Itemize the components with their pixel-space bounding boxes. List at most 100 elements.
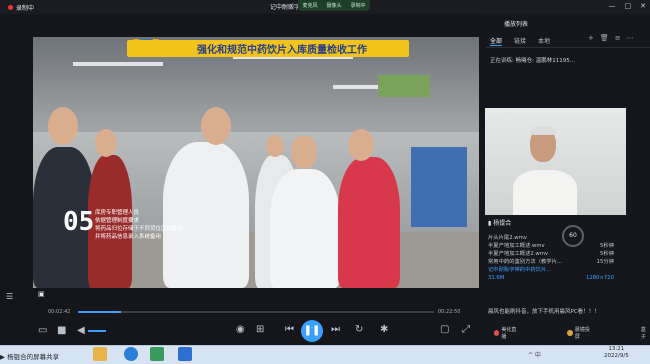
speaker-body <box>513 170 577 215</box>
green-sign <box>378 75 430 97</box>
playlist-item[interactable]: 片头片尾2.wmv <box>488 234 614 242</box>
file-size: 31.6M <box>488 275 505 281</box>
system-tray[interactable]: ^ 中 <box>528 350 541 359</box>
record-dot-icon <box>8 4 13 10</box>
tab-local[interactable]: 本地 <box>538 36 550 46</box>
caption-line: 并将药品信息录入系统备用 <box>95 234 162 240</box>
float-item-recording[interactable]: 录制中 <box>350 2 365 9</box>
box-label: 盒子 <box>640 327 646 340</box>
float-item-mic[interactable]: 麦克风 <box>302 2 317 9</box>
playlist-item-active[interactable]: 记中耐贩字带的中药饮片... <box>488 266 614 274</box>
beautify-label: 美化直播 <box>501 327 517 340</box>
clock-date: 2022/9/5 <box>604 353 629 359</box>
playlist-item-name: 记中耐贩字带的中药饮片... <box>488 267 552 273</box>
minimize-button[interactable]: — <box>609 2 616 10</box>
maximize-button[interactable]: □ <box>625 2 632 10</box>
caption-line: 依据管理制度要求 <box>95 218 140 224</box>
delete-icon[interactable]: 🗑 <box>600 34 609 42</box>
ceiling-light <box>73 62 163 66</box>
beautify-button[interactable]: 美化直播 <box>494 326 519 340</box>
app-window: 录制中 记中耐贩字带的中药饮片 麦克风 摄像头 录制中 — □ ✕ <box>0 0 650 364</box>
total-time: 00:22:50 <box>438 309 461 315</box>
tab-all[interactable]: 全部 <box>490 36 503 46</box>
cast-button[interactable]: 晨镜投屏 <box>567 326 592 340</box>
playlist-item-duration: 5秒钟 <box>600 251 614 257</box>
screen-share-label: ▶ 杨锟合的屏幕共享 <box>0 353 60 361</box>
resolution: 1280×720 <box>585 275 614 281</box>
playlist-item-name: 半夏产地加工概述.wmv <box>488 243 545 249</box>
person-6 <box>338 157 400 288</box>
speaker-name: ▮ 杨锟合 <box>488 220 512 227</box>
recording-indicator: 录制中 <box>8 3 34 12</box>
cast-icon <box>567 330 573 336</box>
loop-icon[interactable]: ↻ <box>355 324 363 335</box>
folder-taskbar-icon[interactable] <box>93 347 107 361</box>
playlist-item[interactable]: 半夏产地加工概述2.wmv 5秒钟 <box>488 250 614 258</box>
speaker-hair <box>530 126 556 135</box>
playlist-item-meta: 31.6M 1280×720 <box>488 274 614 282</box>
playlist-item[interactable]: 常用中药的鉴别方法（教学片... 15分钟 <box>488 258 614 266</box>
float-item-camera[interactable]: 摄像头 <box>326 2 341 9</box>
playlist-item-duration: 15分钟 <box>596 259 614 265</box>
current-time: 00:02:42 <box>48 309 71 315</box>
speaker-camera <box>485 108 626 215</box>
more-icon[interactable]: ⋯ <box>627 34 634 42</box>
person-4-head <box>266 135 284 157</box>
now-playing-text: 正在训练: 畅曦仓: 温鹏林11195... <box>490 58 575 64</box>
playlist: 片头片尾2.wmv 半夏产地加工概述.wmv 5秒钟 半夏产地加工概述2.wmv 5… <box>488 234 614 282</box>
screen-share-text: 杨锟合的屏幕共享 <box>7 353 60 361</box>
window-controls: — □ ✕ <box>609 2 647 10</box>
add-icon[interactable]: + <box>588 34 594 42</box>
panel-toolbar: + 🗑 ≡ ⋯ <box>588 34 634 42</box>
caption-number: 05 <box>63 207 95 237</box>
player-taskbar-icon[interactable] <box>178 347 192 361</box>
volume-icon[interactable]: ◀ <box>77 325 85 336</box>
playlist-item-name: 常用中药的鉴别方法（教学片... <box>488 259 562 265</box>
speaker-name-text: 杨锟合 <box>493 220 512 227</box>
pause-button[interactable]: ❚❚ <box>301 320 323 342</box>
title-bar: 录制中 记中耐贩字带的中药饮片 麦克风 摄像头 录制中 — □ ✕ <box>0 0 650 14</box>
comment-text: 晨风也能刷抖音，放下手机用晨风PC看！！！ <box>488 309 600 315</box>
panel-actions: 美化直播 晨镜投屏 盒子 <box>494 326 650 340</box>
tab-links[interactable]: 链接 <box>514 36 526 46</box>
clock: 13:21 2022/9/5 <box>604 346 629 360</box>
progress-bar[interactable] <box>78 311 434 313</box>
video-frame[interactable]: 强化和规范中药饮片入库质量检收工作 05 库房专职管理人员 依据管理制度要求 将… <box>33 37 479 288</box>
subtitle-icon[interactable]: ⊞ <box>256 324 264 335</box>
person-5 <box>270 169 340 288</box>
stop-icon[interactable]: ■ <box>57 325 66 336</box>
browser-taskbar-icon[interactable] <box>124 347 138 361</box>
next-icon[interactable]: ⏭ <box>331 324 340 335</box>
expand-icon[interactable]: ⤢ <box>462 324 470 335</box>
fullscreen-icon[interactable]: ▣ <box>38 290 45 298</box>
panel-divider <box>486 47 650 48</box>
box-button[interactable]: 盒子 <box>641 326 650 340</box>
recording-label: 录制中 <box>16 4 35 12</box>
playlist-item-name: 半夏产地加工概述2.wmv <box>488 251 549 257</box>
app-taskbar-icon[interactable] <box>150 347 164 361</box>
panel-tabs: 全部 链接 本地 <box>490 36 550 46</box>
playlist-item-name: 片头片尾2.wmv <box>488 235 527 241</box>
volume-slider[interactable] <box>88 330 106 332</box>
person-5-head <box>291 135 317 169</box>
list-icon[interactable]: ≡ <box>615 34 621 42</box>
playlist-item-duration: 5秒钟 <box>600 243 614 249</box>
beautify-icon <box>494 330 500 336</box>
caption-line: 库房专职管理人员 <box>95 210 140 216</box>
caption-text: 库房专职管理人员 依据管理制度要求 将药品归位存储于不同货位区域备用 并将药品信… <box>95 209 183 241</box>
blue-panel <box>411 147 467 227</box>
video-headline: 强化和规范中药饮片入库质量检收工作 <box>127 40 409 57</box>
prev-icon[interactable]: ⏮ <box>285 324 294 335</box>
eye-icon[interactable]: ◉ <box>236 324 245 335</box>
person-6-head <box>348 129 374 161</box>
playlist-item[interactable]: 半夏产地加工概述.wmv 5秒钟 <box>488 242 614 250</box>
folder-icon[interactable]: ▭ <box>38 325 47 336</box>
floating-toolbar[interactable]: 麦克风 摄像头 录制中 <box>298 0 370 11</box>
person-1-head <box>48 107 78 145</box>
menu-icon[interactable]: ☰ <box>6 292 13 301</box>
close-button[interactable]: ✕ <box>640 2 646 10</box>
settings-icon[interactable]: ✱ <box>380 324 388 335</box>
screen-icon[interactable]: ▢ <box>440 324 449 335</box>
clock-time: 13:21 <box>608 346 625 352</box>
caption-line: 将药品归位存储于不同货位区域备用 <box>95 226 184 232</box>
